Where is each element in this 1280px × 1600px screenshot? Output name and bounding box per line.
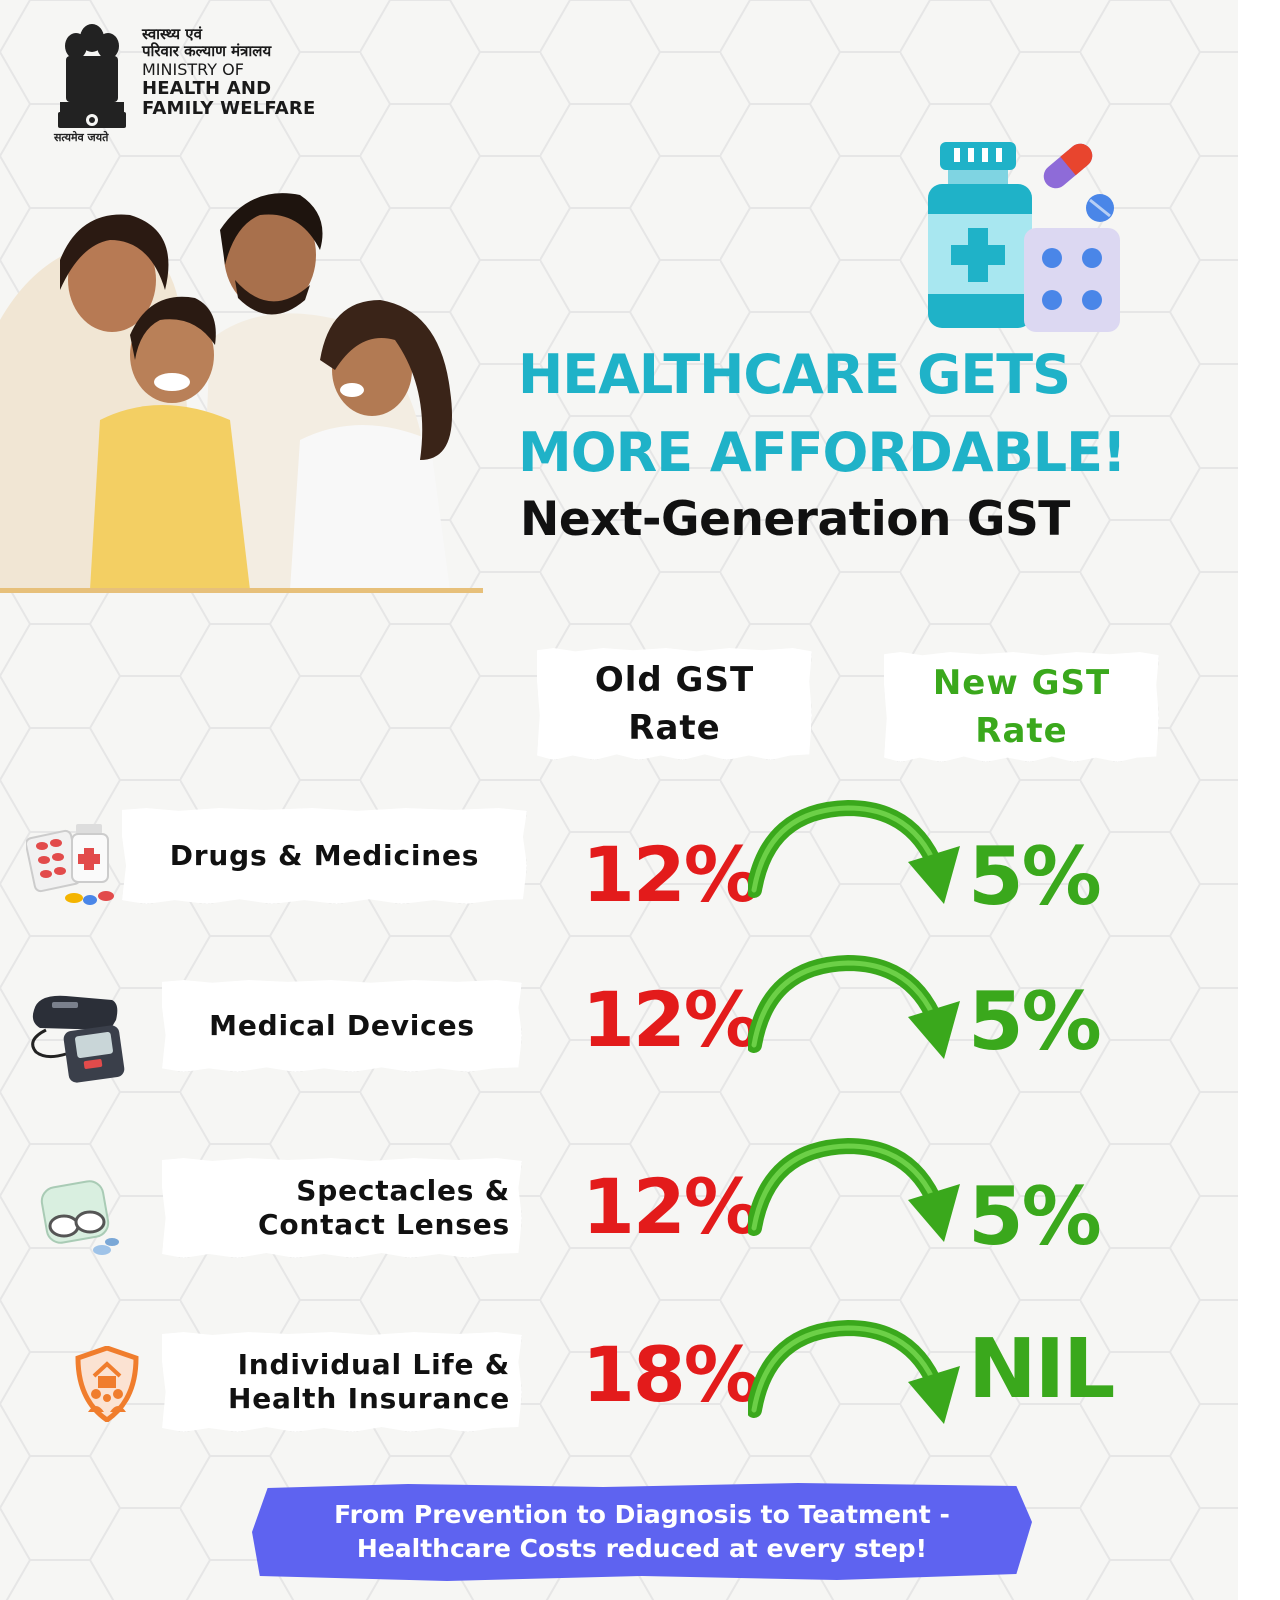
row-label-medical-devices: Medical Devices bbox=[162, 980, 522, 1072]
row-label-line2: Contact Lenses bbox=[257, 1208, 510, 1241]
right-edge-shade bbox=[1238, 0, 1280, 1600]
new-rate-header-line2: Rate bbox=[975, 711, 1068, 751]
old-rate-drugs: 12% bbox=[582, 830, 760, 919]
row-label-line1: Drugs & Medicines bbox=[169, 839, 480, 872]
headline-line1: HEALTHCARE GETS bbox=[518, 343, 1071, 406]
ministry-name: स्वास्थ्य एवं परिवार कल्याण मंत्रालय MIN… bbox=[142, 26, 315, 119]
old-rate-header: Old GST Rate bbox=[537, 648, 812, 760]
footer-line2: Healthcare Costs reduced at every step! bbox=[356, 1534, 928, 1563]
spectacles-lenses-icon bbox=[40, 1180, 119, 1255]
headline: HEALTHCARE GETS MORE AFFORDABLE! bbox=[518, 336, 1127, 492]
ministry-hindi-line2: परिवार कल्याण मंत्रालय bbox=[142, 41, 272, 60]
reduction-arrow-icon bbox=[748, 1320, 960, 1424]
reduction-arrow-icon bbox=[748, 800, 960, 904]
row-label-line2: Health Insurance bbox=[228, 1382, 510, 1415]
new-rate-drugs: 5% bbox=[968, 830, 1102, 923]
old-rate-header-line1: Old GST bbox=[594, 660, 755, 700]
new-rate-header: New GST Rate bbox=[884, 652, 1159, 762]
old-rate-insurance: 18% bbox=[582, 1330, 760, 1419]
photo-accent-line bbox=[0, 588, 483, 593]
ministry-en-line3: FAMILY WELFARE bbox=[142, 97, 316, 119]
old-rate-spectacles: 12% bbox=[582, 1162, 760, 1251]
footer-banner: From Prevention to Diagnosis to Teatment… bbox=[252, 1483, 1032, 1581]
medicine-bottle-icon bbox=[928, 142, 1120, 332]
row-label-line1: Individual Life & bbox=[237, 1348, 510, 1381]
emblem-motto: सत्यमेव जयते bbox=[54, 131, 109, 144]
blood-pressure-monitor-icon bbox=[31, 995, 125, 1083]
headline-line2: MORE AFFORDABLE! bbox=[518, 421, 1127, 484]
old-rate-header-line2: Rate bbox=[628, 708, 721, 748]
row-label-line1: Spectacles & bbox=[296, 1174, 510, 1207]
medicine-pills-icon bbox=[26, 824, 114, 905]
ministry-en-line2: HEALTH AND bbox=[142, 77, 272, 99]
new-rate-devices: 5% bbox=[968, 975, 1102, 1068]
new-rate-insurance: NIL bbox=[968, 1322, 1115, 1417]
row-label-life-health-insurance: Individual Life & Health Insurance bbox=[162, 1332, 522, 1432]
ministry-en-line1: MINISTRY OF bbox=[142, 59, 244, 79]
national-emblem-icon bbox=[58, 24, 126, 128]
subtitle: Next-Generation GST bbox=[520, 492, 1070, 547]
reduction-arrow-icon bbox=[748, 1138, 960, 1242]
footer-line1: From Prevention to Diagnosis to Teatment… bbox=[334, 1500, 950, 1529]
family-photo bbox=[0, 193, 452, 590]
reduction-arrow-icon bbox=[748, 955, 960, 1059]
row-label-line1: Medical Devices bbox=[209, 1009, 475, 1042]
row-label-spectacles-lenses: Spectacles & Contact Lenses bbox=[162, 1158, 522, 1258]
old-rate-devices: 12% bbox=[582, 975, 760, 1064]
ministry-hindi-line1: स्वास्थ्य एवं bbox=[142, 25, 202, 43]
insurance-shield-icon bbox=[75, 1346, 139, 1422]
new-rate-spectacles: 5% bbox=[968, 1170, 1102, 1263]
new-rate-header-line1: New GST bbox=[932, 663, 1111, 703]
row-label-drugs-medicines: Drugs & Medicines bbox=[122, 808, 527, 904]
